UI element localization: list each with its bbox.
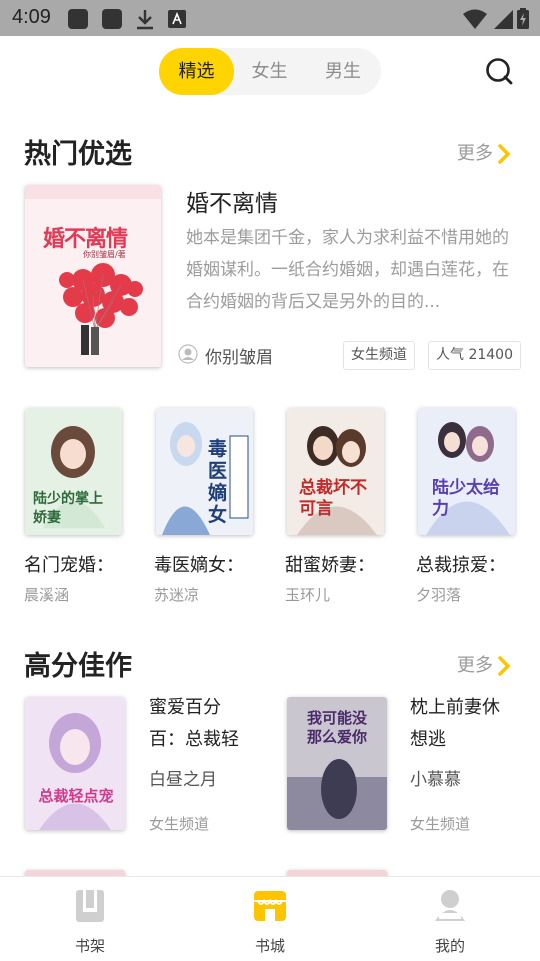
cover-title: 总裁坏不可言 bbox=[299, 478, 367, 519]
cover-title: 总裁轻点宠 bbox=[38, 787, 114, 805]
featured-book-title[interactable]: 婚不离情 bbox=[186, 184, 278, 218]
more-link-high-score[interactable]: 更多 bbox=[457, 651, 511, 677]
cover-title: 陆少的掌上娇妻 bbox=[33, 491, 103, 526]
book-title[interactable]: 名门宠婚： bbox=[24, 551, 114, 577]
book-author: 苏迷凉 bbox=[154, 586, 200, 604]
book-channel: 女生频道 bbox=[410, 815, 471, 833]
book-title[interactable]: 毒医嫡女： bbox=[154, 551, 244, 577]
book-title[interactable]: 甜蜜娇妻： bbox=[285, 551, 375, 577]
battery-icon bbox=[517, 8, 529, 29]
book-title[interactable]: 总裁掠爱： bbox=[416, 551, 506, 577]
cover-art bbox=[25, 697, 125, 830]
signal-icon bbox=[494, 10, 513, 29]
nav-label: 我的 bbox=[434, 937, 465, 955]
book-cover[interactable]: 毒医嫡女 bbox=[156, 408, 253, 535]
book-author: 夕羽落 bbox=[416, 586, 462, 604]
search-icon[interactable] bbox=[484, 56, 514, 86]
chevron-right-icon bbox=[498, 656, 511, 676]
bookshelf-icon bbox=[76, 890, 104, 922]
cover-title: 毒医嫡女 bbox=[208, 438, 228, 526]
featured-book-description: 她本是集团千金，家人为求利益不惜用她的婚姻谋利。一纸合约婚姻，却遇白莲花，在合约… bbox=[186, 228, 509, 312]
more-link-hot[interactable]: 更多 bbox=[457, 139, 511, 165]
cover-art bbox=[25, 185, 161, 367]
notification-icon bbox=[68, 9, 88, 29]
category-tabs: 精选 女生 男生 bbox=[159, 48, 381, 95]
nav-label: 书城 bbox=[254, 937, 285, 955]
popularity-tag: 人气 21400 bbox=[428, 341, 521, 370]
nav-label: 书架 bbox=[74, 937, 105, 955]
book-cover[interactable]: 总裁坏不可言 bbox=[287, 408, 384, 535]
profile-icon bbox=[435, 890, 465, 921]
cover-author: 你别皱眉/著 bbox=[83, 250, 126, 259]
featured-book-cover[interactable]: 婚不离情 你别皱眉/著 bbox=[25, 185, 161, 367]
book-author: 晨溪涵 bbox=[24, 586, 70, 604]
more-label: 更多 bbox=[457, 143, 493, 164]
book-title[interactable]: 枕上前妻休想逃 bbox=[410, 692, 510, 756]
book-author: 玉环儿 bbox=[285, 586, 331, 604]
section-title-high-score: 高分佳作 bbox=[24, 651, 132, 682]
book-channel: 女生频道 bbox=[149, 815, 210, 833]
tab-female[interactable]: 女生 bbox=[234, 48, 305, 95]
section-title-hot: 热门优选 bbox=[24, 139, 132, 170]
author-avatar-icon bbox=[178, 344, 198, 364]
cover-title: 我可能没那么爱你 bbox=[307, 709, 368, 746]
text-app-icon bbox=[168, 10, 186, 28]
status-bar: 4:09 bbox=[0, 0, 540, 36]
author-name: 你别皱眉 bbox=[205, 348, 273, 368]
notification-icon bbox=[102, 9, 122, 29]
chevron-right-icon bbox=[498, 144, 511, 164]
cover-art bbox=[156, 408, 253, 535]
tab-featured[interactable]: 精选 bbox=[159, 48, 234, 95]
book-cover[interactable]: 我可能没那么爱你 bbox=[287, 697, 387, 830]
nav-bookshelf[interactable]: 书架 bbox=[0, 877, 180, 961]
book-cover[interactable]: 陆少太给力 bbox=[418, 408, 515, 535]
book-author: 小慕慕 bbox=[410, 770, 461, 790]
wifi-icon bbox=[463, 9, 487, 29]
more-label: 更多 bbox=[457, 655, 493, 676]
book-cover[interactable]: 陆少的掌上娇妻 bbox=[25, 408, 122, 535]
channel-tag: 女生频道 bbox=[343, 341, 415, 370]
cover-title: 陆少太给力 bbox=[432, 478, 500, 519]
nav-profile[interactable]: 我的 bbox=[360, 877, 540, 961]
bookstore-icon bbox=[254, 891, 286, 921]
book-author: 白昼之月 bbox=[149, 770, 217, 790]
tab-male[interactable]: 男生 bbox=[307, 48, 379, 95]
bottom-nav: 书架 书城 我的 bbox=[0, 876, 540, 961]
status-time: 4:09 bbox=[12, 6, 51, 28]
nav-bookstore[interactable]: 书城 bbox=[180, 877, 360, 961]
book-title[interactable]: 蜜爱百分百：总裁轻 bbox=[149, 692, 249, 756]
download-icon bbox=[137, 10, 153, 30]
book-cover[interactable]: 总裁轻点宠 bbox=[25, 697, 125, 830]
